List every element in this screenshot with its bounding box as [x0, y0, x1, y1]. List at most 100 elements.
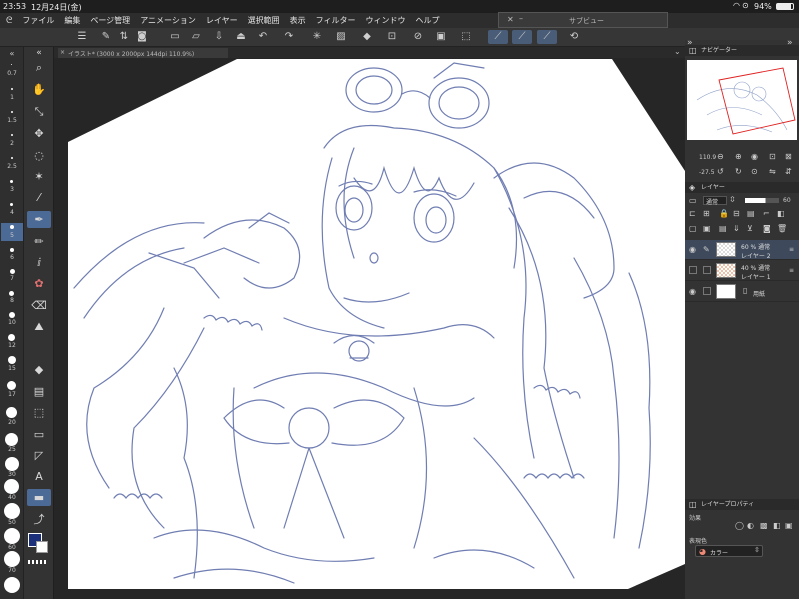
move-view-icon[interactable]: ✋	[27, 81, 51, 98]
export-icon[interactable]: ⏏	[233, 30, 249, 44]
palette-color-icon[interactable]: ◧	[777, 209, 785, 218]
size-label[interactable]: 7	[0, 275, 24, 282]
size-label[interactable]: 70	[0, 567, 24, 574]
ruler-tool-icon[interactable]: ◸	[27, 447, 51, 464]
menu-edit[interactable]: 編集	[59, 15, 85, 26]
size-label[interactable]: 60	[0, 544, 24, 551]
flip-horizontal-icon[interactable]: ⇋	[769, 167, 776, 176]
size-label[interactable]: 2.5	[0, 163, 24, 170]
reference-icon[interactable]: ⊞	[703, 209, 710, 218]
menu-page[interactable]: ページ管理	[85, 15, 135, 26]
rotation-value[interactable]: -27.5	[699, 169, 715, 176]
menu-selection[interactable]: 選択範囲	[243, 15, 285, 26]
clip-icon[interactable]: ⊏	[689, 209, 696, 218]
blend-tool-icon[interactable]: ⛰	[27, 318, 51, 335]
size-label[interactable]: 3	[0, 186, 24, 193]
edit-target-box[interactable]	[703, 266, 711, 274]
visibility-box[interactable]	[689, 266, 697, 274]
fit-icon[interactable]: ⊡	[769, 152, 776, 161]
menu-layer[interactable]: レイヤー	[201, 15, 243, 26]
size-label[interactable]: 1.5	[0, 117, 24, 124]
menu-help[interactable]: ヘルプ	[410, 15, 444, 26]
eraser-icon[interactable]: ⌫	[27, 297, 51, 314]
size-label[interactable]: 4	[0, 209, 24, 216]
overlay-icon[interactable]: ▣	[785, 521, 793, 530]
frame-tool-icon[interactable]: ▭	[27, 426, 51, 443]
layer-row[interactable]: ◉ ▯ 用紙	[685, 282, 799, 302]
menu-filter[interactable]: フィルター	[311, 15, 361, 26]
correct-line-icon[interactable]: ⤴	[27, 511, 51, 528]
fill-tool-icon[interactable]: ◆	[27, 361, 51, 378]
drag-handle-icon[interactable]: ≡	[789, 246, 794, 253]
extract-line-icon[interactable]: ◐	[747, 521, 754, 530]
zoom-value[interactable]: 110.9	[699, 154, 716, 161]
navigator-tab[interactable]: ◫ ナビゲーター	[685, 45, 799, 56]
deselect-icon[interactable]: ⊘	[410, 30, 426, 44]
menu-icon[interactable]: ☰	[74, 30, 90, 44]
brush-tool-icon[interactable]: ⅈ	[27, 254, 51, 271]
stabilizer-3-icon[interactable]: ⟋	[537, 30, 557, 44]
lasso-icon[interactable]: ◌	[27, 147, 51, 164]
menu-window[interactable]: ウィンドウ	[360, 15, 410, 26]
size-label[interactable]: 2	[0, 140, 24, 147]
fill-icon[interactable]: ◆	[359, 30, 375, 44]
zoom-out-icon[interactable]: ⊖	[717, 152, 724, 161]
flip-vertical-icon[interactable]: ⇵	[785, 167, 792, 176]
delete-layer-icon[interactable]: 🗑	[777, 224, 787, 233]
sub-color-swatch[interactable]	[36, 541, 48, 553]
rotate-left-icon[interactable]: ↺	[717, 167, 724, 176]
eye-icon[interactable]: ◉	[689, 245, 696, 254]
size-label[interactable]: 6	[0, 254, 24, 261]
size-label[interactable]: 30	[0, 471, 24, 478]
text-tool-icon[interactable]: A	[27, 468, 51, 485]
eye-icon[interactable]: ◉	[689, 287, 696, 296]
drag-handle-icon[interactable]: ≡	[789, 267, 794, 274]
move-layer-icon[interactable]: ✥	[27, 125, 51, 142]
opacity-value[interactable]: 60	[783, 197, 791, 204]
stabilizer-1-icon[interactable]: ⟋	[488, 30, 508, 44]
layer-row[interactable]: 40 % 通常 レイヤー 1 ≡	[685, 261, 799, 281]
size-label[interactable]: 8	[0, 297, 24, 304]
magic-wand-icon[interactable]: ✶	[27, 168, 51, 185]
menu-file[interactable]: ファイル	[17, 15, 59, 26]
pen-icon[interactable]: ✎	[703, 245, 710, 254]
new-folder-icon[interactable]: ▤	[719, 224, 727, 233]
close-icon[interactable]: ✕	[507, 15, 514, 24]
clear-icon[interactable]: ▨	[333, 30, 349, 44]
merge-icon[interactable]: ⊻	[747, 224, 753, 233]
canvas-svg[interactable]	[54, 58, 685, 599]
loading-icon[interactable]: ✳	[309, 30, 325, 44]
sort-icon[interactable]: ⇅	[116, 30, 132, 44]
transfer-down-icon[interactable]: ⇓	[733, 224, 740, 233]
menu-animation[interactable]: アニメーション	[135, 15, 201, 26]
size-label[interactable]: 0.7	[0, 70, 24, 77]
zoom-tool-icon[interactable]: ⌕	[27, 59, 51, 76]
mask-add-icon[interactable]: ◙	[763, 224, 771, 233]
save-icon[interactable]: ⇩	[211, 30, 227, 44]
quick-access-icon[interactable]: ⟲	[566, 30, 582, 44]
gradient-tool-icon[interactable]: ▤	[27, 383, 51, 400]
blend-mode-select[interactable]: 通常	[703, 196, 727, 206]
transform-icon[interactable]: ⊡	[384, 30, 400, 44]
fit-window-icon[interactable]: ⊠	[785, 152, 792, 161]
size-label[interactable]: 50	[0, 519, 24, 526]
mask-icon[interactable]: ▤	[747, 209, 755, 218]
collapse-icon[interactable]: «	[0, 49, 24, 58]
size-label[interactable]: 10	[0, 319, 24, 326]
layer-row[interactable]: ◉ ✎ 60 % 通常 レイヤー 2 ≡	[685, 240, 799, 260]
size-label[interactable]: 5	[0, 232, 24, 239]
reset-rotation-icon[interactable]: ⊙	[751, 167, 758, 176]
new-file-icon[interactable]: ✎	[98, 30, 114, 44]
size-label[interactable]: 1	[0, 94, 24, 101]
layer-property-tab[interactable]: ◫ レイヤープロパティ	[685, 499, 799, 510]
navigator-preview[interactable]	[687, 60, 797, 140]
app-logo-icon[interactable]: ᘓ	[0, 16, 17, 26]
border-effect-icon[interactable]: ◯	[735, 521, 744, 530]
pen-tool-icon[interactable]: ✒	[27, 211, 51, 228]
size-label[interactable]: 20	[0, 419, 24, 426]
layer-color-icon[interactable]: ◧	[773, 521, 781, 530]
invert-icon[interactable]: ▣	[433, 30, 449, 44]
chevron-down-icon[interactable]: ⌄	[674, 47, 681, 56]
figure-tool-icon[interactable]: ⬚	[27, 404, 51, 421]
actual-size-icon[interactable]: ◉	[751, 152, 758, 161]
